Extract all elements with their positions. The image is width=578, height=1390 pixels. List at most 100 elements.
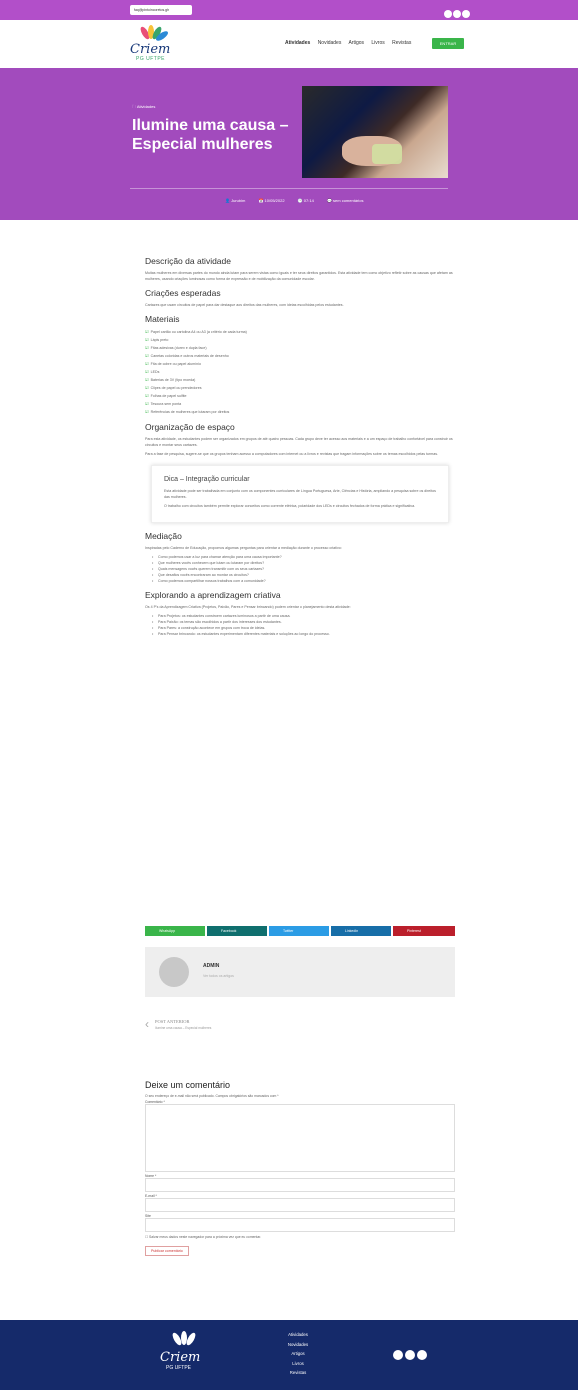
footer-link-artigos[interactable]: Artigos	[270, 1349, 326, 1359]
heading-mediacao: Mediação	[145, 531, 182, 541]
meta-date-label: 10/05/2022	[264, 198, 285, 203]
meta-time: 🕒 07:14	[297, 198, 314, 203]
share-twitter-button[interactable]: Twitter	[269, 926, 329, 936]
tip-title: Dica – Integração curricular	[164, 476, 250, 483]
facebook-icon[interactable]	[393, 1350, 403, 1360]
meta-comments-label: sem comentários	[333, 198, 364, 203]
share-whatsapp-label: WhatsApp	[159, 929, 176, 933]
footer-link-revistas[interactable]: Revistas	[270, 1368, 326, 1378]
footer-link-novidades[interactable]: Novidades	[270, 1340, 326, 1350]
nav-livros[interactable]: Livros	[371, 40, 384, 46]
site-field[interactable]	[145, 1218, 455, 1232]
nav-novidades[interactable]: Novidades	[318, 40, 342, 46]
meta-comments[interactable]: 💬 sem comentários	[327, 198, 370, 203]
photo-glass	[372, 144, 402, 164]
comment-form: Deixe um comentário O seu endereço de e-…	[145, 1080, 455, 1257]
list-item: Papel cartão ou cartolina A4 ou A3 (a cr…	[145, 328, 455, 336]
share-linkedin-button[interactable]: LinkedIn	[331, 926, 391, 936]
instagram-icon[interactable]	[405, 1350, 415, 1360]
nav-revistas[interactable]: Revistas	[392, 40, 411, 46]
list-item: Lápis preto	[145, 336, 455, 344]
topbar-email[interactable]: faq@pintoincoretos.gh	[130, 5, 192, 15]
footer-logo-leaf-3	[184, 1331, 198, 1347]
logo-word: Criem	[130, 42, 171, 57]
paragraph-explorando: Os 4 P's da Aprendizagem Criativa (Proje…	[145, 605, 351, 609]
name-field[interactable]	[145, 1178, 455, 1192]
share-whatsapp-button[interactable]: WhatsApp	[145, 926, 205, 936]
share-pinterest-label: Pinterest	[407, 929, 421, 933]
list-item: Baterias de 3V (tipo moeda)	[145, 376, 455, 384]
materials-list: Papel cartão ou cartolina A4 ou A3 (a cr…	[145, 328, 455, 416]
nav-atividades[interactable]: Atividades	[285, 40, 310, 46]
hero-divider	[130, 188, 448, 189]
nav-artigos[interactable]: Artigos	[348, 40, 364, 46]
mediation-list: Como podemos usar a luz para chamar aten…	[145, 554, 455, 584]
footer-logo[interactable]: Criem PG UFTPE	[160, 1331, 205, 1376]
share-facebook-button[interactable]: Facebook	[207, 926, 267, 936]
list-item: Referências de mulheres que lutaram por …	[145, 408, 455, 416]
paragraph-org-1: Para esta atividade, os estudantes podem…	[145, 437, 453, 447]
previous-post-title: Ilumine uma causa – Especial mulheres	[155, 1026, 212, 1030]
share-twitter-label: Twitter	[283, 929, 294, 933]
paragraph-criacoes: Cartazes que usam circuitos de papel par…	[145, 303, 344, 307]
explorando-list: Para Projetos: os estudantes constroem c…	[145, 613, 455, 637]
heading-criacoes: Criações esperadas	[145, 288, 221, 298]
comment-title: Deixe um comentário	[145, 1080, 231, 1090]
comment-note: O seu endereço de e-mail não será public…	[145, 1094, 279, 1098]
footer-link-atividades[interactable]: Atividades	[270, 1330, 326, 1340]
tip-paragraph-2: O trabalho com circuitos também permite …	[164, 504, 416, 508]
paragraph-org-2: Para a fase de pesquisa, sugere-se que o…	[145, 452, 439, 456]
site-footer: Criem PG UFTPE Atividades Novidades Arti…	[0, 1320, 578, 1390]
meta-date: 📅 10/05/2022	[258, 198, 285, 203]
list-item: LEDs	[145, 368, 455, 376]
save-data-checkbox[interactable]: ☐ Salvar meus dados neste navegador para…	[145, 1235, 455, 1239]
author-name[interactable]: ADMIN	[203, 963, 219, 969]
submit-comment-button[interactable]: Publicar comentário	[145, 1246, 189, 1256]
youtube-icon[interactable]	[417, 1350, 427, 1360]
footer-logo-word: Criem	[160, 1350, 201, 1365]
chevron-left-icon: ‹	[145, 1017, 149, 1031]
share-pinterest-button[interactable]: Pinterest	[393, 926, 455, 936]
hero-banner: 🗀 Atividades Ilumine uma causa – Especia…	[0, 68, 578, 220]
meta-author[interactable]: 👤 Jurubim	[225, 198, 251, 203]
avatar	[159, 957, 189, 987]
share-facebook-label: Facebook	[221, 929, 237, 933]
list-item: Para Pensar brincando: os estudantes exp…	[152, 631, 455, 637]
site-header: Criem PG UFTPE Atividades Novidades Arti…	[0, 20, 578, 68]
facebook-icon[interactable]	[444, 10, 452, 18]
save-data-label: Salvar meus dados neste navegador para a…	[148, 1235, 262, 1239]
youtube-icon[interactable]	[462, 10, 470, 18]
author-box: ADMIN Ver todos os artigos	[145, 947, 455, 997]
email-field[interactable]	[145, 1198, 455, 1212]
comment-textarea[interactable]	[145, 1104, 455, 1172]
paragraph-descricao: Muitas mulheres em diversas partes do mu…	[145, 271, 453, 281]
footer-socials	[393, 1347, 429, 1365]
article-content: Descrição da atividade Muitas mulheres e…	[145, 250, 455, 637]
hero-category-label: Atividades	[136, 104, 156, 109]
author-sub[interactable]: Ver todos os artigos	[203, 974, 234, 978]
tip-box: Dica – Integração curricular Esta ativid…	[151, 465, 449, 523]
share-bar: WhatsApp Facebook Twitter LinkedIn Pinte…	[145, 926, 455, 936]
previous-post-label: POST ANTERIOR	[155, 1019, 190, 1024]
list-item: Como podemos compartilhar nossos trabalh…	[152, 578, 455, 584]
heading-descricao: Descrição da atividade	[145, 256, 231, 266]
hero-meta: 👤 Jurubim 📅 10/05/2022 🕒 07:14 💬 sem com…	[225, 198, 376, 203]
list-item: Folhas de papel sulfite	[145, 392, 455, 400]
footer-logo-sub: PG UFTPE	[166, 1365, 192, 1371]
list-item: Tesoura sem ponta	[145, 400, 455, 408]
paragraph-mediacao: Inspiradas pelo Caderno de Educação, pro…	[145, 546, 342, 550]
hero-title: Ilumine uma causa – Especial mulheres	[132, 117, 289, 153]
login-button[interactable]: ENTRAR	[432, 38, 464, 49]
meta-author-label: Jurubim	[231, 198, 246, 203]
list-item: Fita de cobre ou papel alumínio	[145, 360, 455, 368]
site-logo[interactable]: Criem PG UFTPE	[130, 25, 171, 62]
heading-explorando: Explorando a aprendizagem criativa	[145, 590, 281, 600]
list-item: Canetas coloridas e outros materiais de …	[145, 352, 455, 360]
instagram-icon[interactable]	[453, 10, 461, 18]
share-linkedin-label: LinkedIn	[345, 929, 359, 933]
footer-nav: Atividades Novidades Artigos Livros Revi…	[270, 1330, 326, 1378]
hero-category[interactable]: 🗀 Atividades	[132, 104, 155, 111]
footer-link-livros[interactable]: Livros	[270, 1359, 326, 1369]
heading-materiais: Materiais	[145, 314, 180, 324]
list-item: Fitas adesivas (durex e dupla face)	[145, 344, 455, 352]
